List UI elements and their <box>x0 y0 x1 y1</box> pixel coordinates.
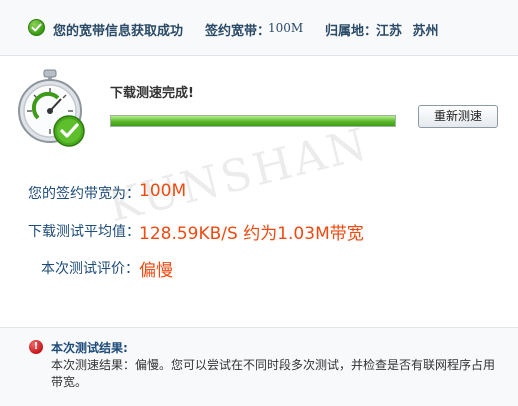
progress-fill <box>111 116 395 126</box>
rating-value: 偏慢 <box>139 261 173 281</box>
location-label: 归属地： <box>325 24 378 39</box>
average-speed-label: 下载测试平均值： <box>28 224 140 240</box>
stopwatch-icon <box>14 68 94 152</box>
test-status-title: 下载测速完成! <box>110 86 194 101</box>
bandwidth-value: 100M <box>268 21 304 35</box>
header-bar: 您的宽带信息获取成功 签约宽带： 100M 归属地： 江苏 苏州 <box>0 0 518 56</box>
average-speed-value: 128.59KB/S 约为1.03M带宽 <box>139 224 364 244</box>
download-progress-bar <box>110 115 396 127</box>
success-check-icon <box>28 19 45 36</box>
status-text: 您的宽带信息获取成功 <box>53 24 184 39</box>
contract-bandwidth-label: 您的签约带宽为： <box>28 186 140 202</box>
result-summary-text: 本次测速结果：偏慢。您可以尝试在不同时段多次测试，并检查是否有联网程序占用带宽。 <box>51 358 496 389</box>
retest-button[interactable]: 重新测速 <box>418 105 498 128</box>
bandwidth-label: 签约宽带： <box>205 24 271 39</box>
contract-bandwidth-value: 100M <box>139 181 187 201</box>
result-summary-title: 本次测试结果: <box>51 341 128 355</box>
location-value: 江苏 苏州 <box>376 24 439 39</box>
rating-label: 本次测试评价： <box>41 261 139 277</box>
alert-icon: ! <box>29 340 43 354</box>
